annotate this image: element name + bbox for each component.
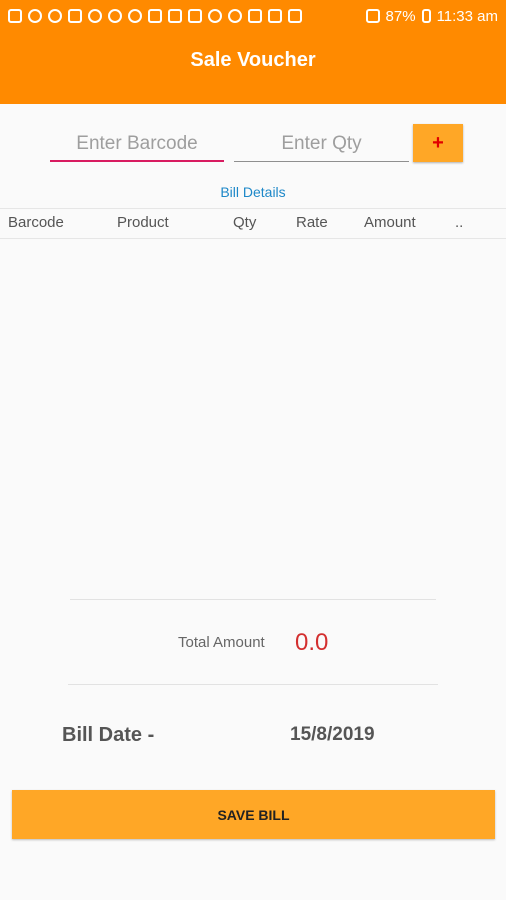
column-more: .. [455,214,464,231]
sync-icon [48,9,62,23]
column-qty: Qty [233,214,257,231]
bill-date-value[interactable]: 15/8/2019 [290,724,375,746]
notification-icons [8,9,366,23]
save-bill-button[interactable]: SAVE BILL [12,790,495,839]
total-amount-value: 0.0 [295,629,329,656]
image-icon [168,9,182,23]
column-rate: Rate [296,214,328,231]
message-icon [188,9,202,23]
clock: 11:33 am [436,7,498,25]
bill-details-label: Bill Details [220,184,286,200]
warning-icon [8,9,22,23]
barcode-input[interactable]: Enter Barcode [50,126,224,162]
sim-icon [268,9,282,23]
status-bar: 87% 11:33 am [0,0,506,32]
telegram-icon [28,9,42,23]
leaf-icon [128,9,142,23]
tiktok-icon [108,9,122,23]
battery-percentage: 87% [385,7,416,25]
battery-icon [421,9,431,23]
divider [68,684,438,685]
add-item-button[interactable]: + [413,124,463,162]
app-bar: Sale Voucher [0,32,506,104]
bill-date-label: Bill Date - [62,724,155,746]
signal-icon [365,9,380,23]
column-product: Product [117,214,169,231]
youtube-icon [68,9,82,23]
page-title: Sale Voucher [190,48,316,71]
volte-icon [248,9,262,23]
call-icon [228,9,242,23]
total-amount-label: Total Amount [178,634,265,651]
column-barcode: Barcode [8,214,64,231]
lte-icon [288,9,302,23]
column-amount: Amount [364,214,416,231]
b-icon [148,9,162,23]
table-header: Barcode Product Qty Rate Amount .. [0,208,506,239]
tiktok-icon [88,9,102,23]
wrench-icon [208,9,222,23]
divider [70,599,436,600]
qty-input[interactable]: Enter Qty [234,126,409,162]
